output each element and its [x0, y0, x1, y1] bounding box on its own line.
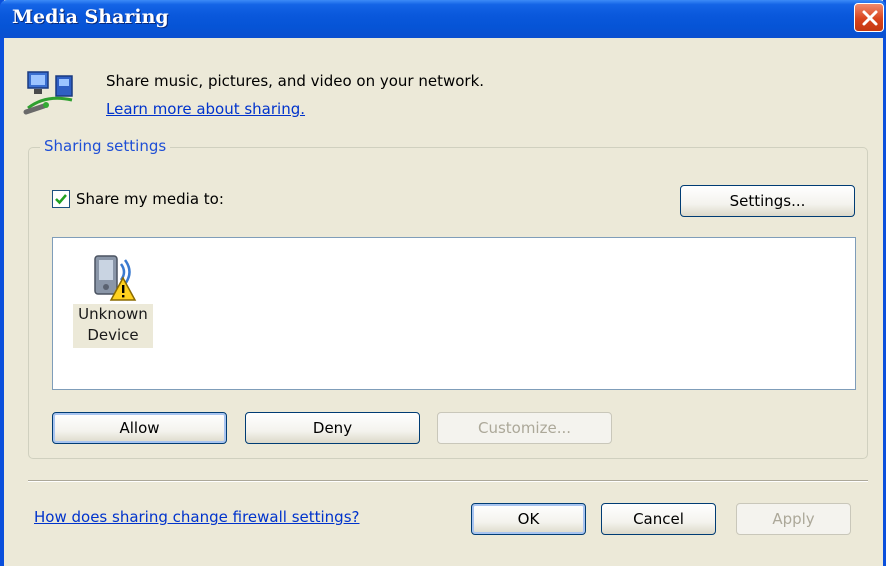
divider: [28, 480, 868, 482]
media-sharing-dialog: Media Sharing Share music, pictures, and…: [0, 0, 886, 566]
network-media-icon: [22, 62, 84, 128]
customize-button[interactable]: Customize...: [437, 412, 612, 444]
close-icon: [862, 10, 878, 26]
cancel-button[interactable]: Cancel: [601, 503, 716, 535]
firewall-settings-link[interactable]: How does sharing change firewall setting…: [34, 508, 359, 526]
device-name-line2: Device: [87, 326, 139, 344]
device-item-unknown[interactable]: Unknown Device: [71, 246, 155, 348]
device-name-line1: Unknown: [78, 305, 148, 323]
title-bar[interactable]: Media Sharing: [0, 0, 886, 38]
checkmark-icon: [55, 194, 67, 205]
sharing-settings-legend: Sharing settings: [40, 137, 171, 155]
settings-button[interactable]: Settings...: [680, 185, 855, 217]
device-list[interactable]: Unknown Device: [52, 237, 856, 390]
apply-button[interactable]: Apply: [736, 503, 851, 535]
intro-text: Share music, pictures, and video on your…: [106, 72, 485, 90]
learn-more-link[interactable]: Learn more about sharing.: [106, 100, 305, 118]
allow-button[interactable]: Allow: [52, 412, 227, 444]
share-media-label[interactable]: Share my media to:: [76, 190, 224, 208]
device-warning-icon: [91, 250, 139, 306]
deny-button[interactable]: Deny: [245, 412, 420, 444]
ok-button[interactable]: OK: [471, 503, 586, 535]
close-button[interactable]: [854, 3, 884, 32]
window-title: Media Sharing: [12, 6, 169, 28]
device-name: Unknown Device: [73, 304, 153, 348]
share-media-checkbox[interactable]: [52, 190, 70, 208]
